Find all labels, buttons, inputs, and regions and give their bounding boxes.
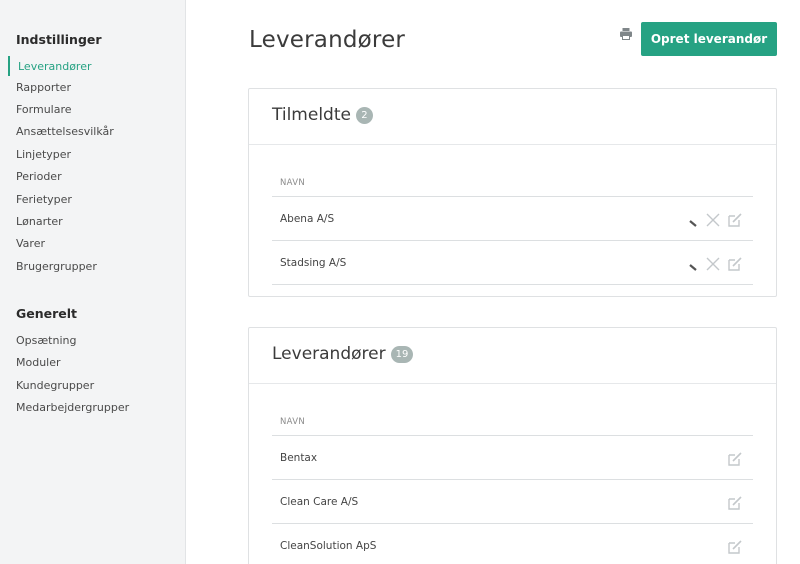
- edit-icon[interactable]: [727, 495, 742, 510]
- sidebar-item-kundegrupper[interactable]: Kundegrupper: [16, 379, 94, 392]
- supplier-row-name[interactable]: CleanSolution ApS: [280, 540, 376, 552]
- sidebar-item-rapporter[interactable]: Rapporter: [16, 81, 71, 94]
- sidebar-item-linjetyper[interactable]: Linjetyper: [16, 148, 71, 161]
- sidebar-item-opsaetning[interactable]: Opsætning: [16, 334, 76, 347]
- close-icon[interactable]: [705, 212, 720, 227]
- general-heading: Generelt: [16, 306, 78, 321]
- edit-icon[interactable]: [727, 212, 742, 227]
- sidebar: Indstillinger Leverandører Rapporter For…: [0, 0, 186, 564]
- suppliers-card: Leverandører 19 NAVN Bentax Clean Care A/…: [248, 327, 777, 564]
- pencil-icon[interactable]: [687, 257, 701, 271]
- sidebar-item-medarbejdergrupper[interactable]: Medarbejdergrupper: [16, 401, 129, 414]
- sidebar-item-varer[interactable]: Varer: [16, 237, 45, 250]
- create-supplier-button[interactable]: Opret leverandør: [641, 22, 777, 56]
- registered-row-name[interactable]: Abena A/S: [280, 213, 334, 225]
- sidebar-item-moduler[interactable]: Moduler: [16, 356, 61, 369]
- sidebar-item-ferietyper[interactable]: Ferietyper: [16, 193, 72, 206]
- divider: [272, 479, 753, 480]
- supplier-row-name[interactable]: Bentax: [280, 452, 317, 464]
- suppliers-card-header: Leverandører 19: [249, 328, 776, 384]
- print-icon[interactable]: [619, 26, 633, 40]
- registered-count-badge: 2: [355, 107, 373, 124]
- registered-title: Tilmeldte 2: [272, 105, 373, 125]
- supplier-row-name[interactable]: Clean Care A/S: [280, 496, 358, 508]
- suppliers-title: Leverandører 19: [272, 344, 414, 364]
- suppliers-count-badge: 19: [390, 346, 414, 363]
- sidebar-item-perioder[interactable]: Perioder: [16, 170, 62, 183]
- divider: [272, 435, 753, 436]
- settings-heading: Indstillinger: [16, 32, 102, 47]
- registered-column-header: NAVN: [280, 178, 306, 188]
- divider: [272, 240, 753, 241]
- sidebar-item-ansaettelsesvilkaar[interactable]: Ansættelsesvilkår: [16, 125, 114, 138]
- edit-icon[interactable]: [727, 256, 742, 271]
- edit-icon[interactable]: [727, 451, 742, 466]
- registered-row-name[interactable]: Stadsing A/S: [280, 257, 346, 269]
- sidebar-item-brugergrupper[interactable]: Brugergrupper: [16, 260, 97, 273]
- pencil-icon[interactable]: [687, 213, 701, 227]
- divider: [272, 284, 753, 285]
- edit-icon[interactable]: [727, 539, 742, 554]
- divider: [272, 523, 753, 524]
- active-indicator: [8, 56, 10, 76]
- sidebar-item-formulare[interactable]: Formulare: [16, 103, 72, 116]
- registered-card-header: Tilmeldte 2: [249, 89, 776, 145]
- sidebar-item-lonarter[interactable]: Lønarter: [16, 215, 63, 228]
- registered-title-text: Tilmeldte: [272, 105, 351, 125]
- registered-card: Tilmeldte 2 NAVN Abena A/S Stadsing A/S: [248, 88, 777, 297]
- sidebar-item-leverandorer[interactable]: Leverandører: [18, 60, 92, 73]
- suppliers-title-text: Leverandører: [272, 344, 386, 364]
- page-title: Leverandører: [249, 27, 406, 53]
- close-icon[interactable]: [705, 256, 720, 271]
- suppliers-column-header: NAVN: [280, 417, 306, 427]
- divider: [272, 196, 753, 197]
